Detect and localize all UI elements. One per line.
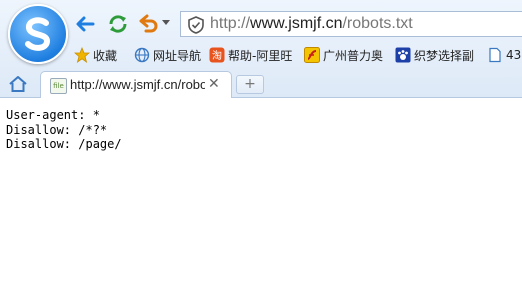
flash-icon	[304, 47, 320, 63]
page-content: User-agent: * Disallow: /*?* Disallow: /…	[0, 98, 522, 304]
url-path: /robots.txt	[342, 15, 413, 32]
shield-icon	[188, 16, 204, 34]
url-host: www.jsmjf.cn	[250, 15, 343, 32]
file-favicon-icon: file	[50, 78, 67, 94]
url-text[interactable]: http://www.jsmjf.cn/robots.txt	[210, 15, 413, 33]
page-icon	[487, 47, 503, 63]
bookmark-url-nav[interactable]: 网址导航	[134, 44, 201, 66]
bookmark-label: 帮助-阿里旺	[228, 48, 293, 63]
sogou-logo-icon[interactable]	[8, 4, 68, 64]
undo-dropdown-icon[interactable]	[162, 20, 170, 25]
close-tab-icon[interactable]: ✕	[208, 76, 220, 92]
bookmark-guangzhou-puliao[interactable]: 广州普力奥	[304, 44, 383, 66]
plus-icon: +	[244, 76, 256, 92]
bookmarks-bar: 收藏 网址导航 淘 帮助-阿里旺 广州普力奥 织梦选择副 43	[74, 44, 522, 66]
text-line: User-agent: *	[6, 108, 100, 122]
refresh-icon	[109, 15, 127, 33]
bookmark-43[interactable]: 43.	[487, 44, 522, 66]
bookmark-favorites[interactable]: 收藏	[74, 44, 117, 66]
text-line: Disallow: /*?*	[6, 122, 108, 137]
star-icon	[74, 47, 90, 63]
home-button[interactable]	[8, 75, 28, 97]
svg-text:淘: 淘	[212, 49, 222, 62]
undo-button[interactable]	[137, 11, 161, 37]
tab-title: http://www.jsmjf.cn/robots.txt	[70, 77, 205, 92]
bookmark-aliwangwang-help[interactable]: 淘 帮助-阿里旺	[209, 44, 292, 66]
new-tab-button[interactable]: +	[236, 75, 264, 94]
bookmark-label: 收藏	[93, 48, 118, 63]
browser-toolbar: http://www.jsmjf.cn/robots.txt 收藏 网址导航 淘…	[0, 0, 522, 98]
back-arrow-icon	[76, 16, 95, 32]
browser-window: http://www.jsmjf.cn/robots.txt 收藏 网址导航 淘…	[0, 0, 522, 304]
text-line: Disallow: /page/	[6, 137, 122, 151]
taobao-icon: 淘	[209, 47, 225, 63]
bookmark-dedecms[interactable]: 织梦选择副	[395, 44, 474, 66]
tab-robots-txt[interactable]: file http://www.jsmjf.cn/robots.txt ✕	[40, 71, 232, 98]
home-icon	[9, 76, 27, 92]
bookmark-label: 织梦选择副	[414, 48, 475, 63]
robots-txt-text: User-agent: * Disallow: /*?* Disallow: /…	[6, 108, 122, 152]
bookmark-label: 43.	[506, 48, 522, 62]
globe-icon	[134, 47, 150, 63]
undo-icon	[139, 14, 158, 33]
address-bar[interactable]: http://www.jsmjf.cn/robots.txt	[180, 11, 522, 37]
paw-icon	[395, 47, 411, 63]
tab-strip: file http://www.jsmjf.cn/robots.txt ✕ +	[0, 71, 522, 98]
bookmark-label: 广州普力奥	[323, 48, 384, 63]
bookmark-label: 网址导航	[153, 48, 202, 63]
url-scheme: http://	[210, 15, 251, 32]
refresh-button[interactable]	[106, 11, 130, 37]
back-button[interactable]	[73, 11, 97, 37]
